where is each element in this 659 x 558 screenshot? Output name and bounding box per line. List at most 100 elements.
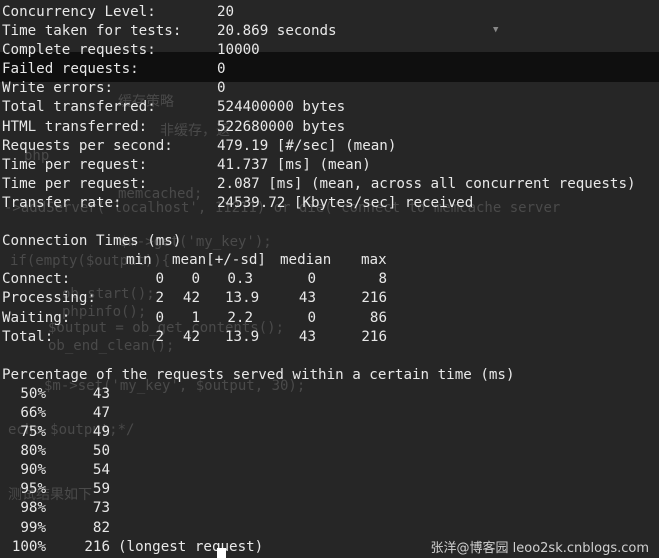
percentile-row: 50% 43 [0, 385, 659, 404]
header-median: median [280, 252, 332, 269]
percentile-row: 99% 82 [0, 519, 659, 538]
percentile-row: 75% 49 [0, 423, 659, 442]
connection-sd: 0.3 [227, 271, 253, 288]
connection-median: 0 [307, 271, 316, 288]
percentile-value: 100% [11, 538, 46, 555]
percentile-row: 80% 50 [0, 442, 659, 461]
percentile-ms: 216 [84, 538, 110, 555]
connection-mean: 42 [182, 290, 200, 307]
connection-label: Processing: [2, 290, 96, 307]
connection-row: Waiting: 0 1 2.2 0 86 [0, 309, 659, 328]
summary-label: Transfer rate: [2, 194, 122, 211]
percentile-ms: 54 [92, 462, 110, 479]
summary-label: Complete requests: [2, 42, 156, 59]
percentile-ms: 47 [92, 404, 110, 421]
summary-value: 10000 [217, 42, 260, 59]
connection-median: 0 [307, 309, 316, 326]
summary-row: Time per request: 2.087 [ms] (mean, acros… [0, 175, 659, 194]
connection-max: 216 [361, 328, 387, 345]
connection-times-title: Connection Times (ms) [0, 232, 659, 251]
connection-sd: 2.2 [227, 309, 253, 326]
summary-row: Transfer rate: 24539.72 [Kbytes/sec] rece… [0, 194, 659, 213]
connection-mean: 1 [191, 309, 200, 326]
header-mean: mean[+/-sd] [172, 252, 266, 269]
summary-value: 2.087 [ms] (mean, across all concurrent … [217, 175, 636, 192]
summary-value: 524400000 bytes [217, 99, 346, 116]
terminal-cursor [217, 548, 226, 558]
terminal-output: Concurrency Level: 20 Time taken for tests… [0, 3, 659, 557]
benchmark-summary: Concurrency Level: 20 Time taken for tests… [0, 3, 659, 213]
summary-row: Time taken for tests: 20.869 seconds [0, 22, 659, 41]
summary-label: Failed requests: [2, 61, 139, 78]
percentile-value: 99% [20, 519, 46, 536]
percentile-ms: 43 [92, 385, 110, 402]
section-title: Connection Times (ms) [2, 233, 182, 250]
connection-label: Total: [2, 328, 54, 345]
summary-value: 41.737 [ms] (mean) [217, 156, 371, 173]
percentile-value: 66% [20, 404, 46, 421]
summary-row: Total transferred: 524400000 bytes [0, 98, 659, 117]
percentile-ms: 73 [92, 500, 110, 517]
summary-value: 0 [217, 80, 226, 97]
header-min: min [126, 252, 152, 269]
summary-row: Requests per second: 479.19 [#/sec] (mean… [0, 137, 659, 156]
connection-max: 8 [378, 271, 387, 288]
connection-median: 43 [298, 290, 316, 307]
connection-row: Connect: 0 0 0.3 0 8 [0, 270, 659, 289]
percentile-ms: 82 [92, 519, 110, 536]
connection-min: 2 [155, 290, 164, 307]
summary-label: Time per request: [2, 175, 148, 192]
connection-row: Processing: 2 42 13.9 43 216 [0, 289, 659, 308]
summary-label: Write errors: [2, 80, 114, 97]
summary-label: HTML transferred: [2, 118, 148, 135]
summary-value: 24539.72 [Kbytes/sec] received [217, 194, 474, 211]
connection-mean: 0 [191, 271, 200, 288]
percentiles-table: 50% 43 66% 47 75% 49 80% 50 90% 54 95% 59 98% 73 99% 82… [0, 385, 659, 557]
percentile-note: (longest request) [118, 538, 264, 555]
summary-value: 522680000 bytes [217, 118, 346, 135]
summary-row: Time per request: 41.737 [ms] (mean) [0, 156, 659, 175]
summary-value: 479.19 [#/sec] (mean) [217, 137, 397, 154]
connection-label: Waiting: [2, 309, 71, 326]
percentile-row: 95% 59 [0, 480, 659, 499]
connection-max: 216 [361, 290, 387, 307]
percentiles-title: Percentage of the requests served within… [0, 366, 659, 385]
summary-row: Complete requests: 10000 [0, 41, 659, 60]
summary-label: Time per request: [2, 156, 148, 173]
summary-value: 20 [217, 4, 235, 20]
connection-sd: 13.9 [225, 328, 260, 345]
summary-row: Failed requests: 0 [0, 60, 659, 79]
section-title: Percentage of the requests served within… [2, 366, 515, 383]
percentile-value: 95% [20, 481, 46, 498]
percentile-value: 98% [20, 500, 46, 517]
connection-row: Total: 2 42 13.9 43 216 [0, 328, 659, 347]
connection-min: 0 [155, 271, 164, 288]
percentile-value: 90% [20, 462, 46, 479]
percentile-value: 50% [20, 385, 46, 402]
connection-times-table: Connect: 0 0 0.3 0 8 Processing: 2 42 13.9 43 216 Wa… [0, 270, 659, 346]
percentile-row: 66% 47 [0, 404, 659, 423]
connection-max: 86 [369, 309, 387, 326]
connection-min: 2 [155, 328, 164, 345]
percentile-row: 90% 54 [0, 461, 659, 480]
percentile-value: 80% [20, 443, 46, 460]
summary-label: Concurrency Level: [2, 4, 156, 20]
summary-label: Total transferred: [2, 99, 156, 116]
connection-sd: 13.9 [225, 290, 260, 307]
connection-min: 0 [155, 309, 164, 326]
summary-label: Requests per second: [2, 137, 173, 154]
header-max: max [361, 252, 387, 269]
summary-value: 20.869 seconds [217, 23, 337, 40]
percentile-ms: 59 [92, 481, 110, 498]
percentile-row: 98% 73 [0, 499, 659, 518]
watermark: 张洋@博客园 leoo2sk.cnblogs.com [430, 541, 649, 556]
summary-label: Time taken for tests: [2, 23, 182, 40]
percentile-value: 75% [20, 424, 46, 441]
summary-row: Write errors: 0 [0, 79, 659, 98]
connection-label: Connect: [2, 271, 71, 288]
connection-median: 43 [298, 328, 316, 345]
summary-row: HTML transferred: 522680000 bytes [0, 118, 659, 137]
summary-row: Concurrency Level: 20 [0, 3, 659, 22]
